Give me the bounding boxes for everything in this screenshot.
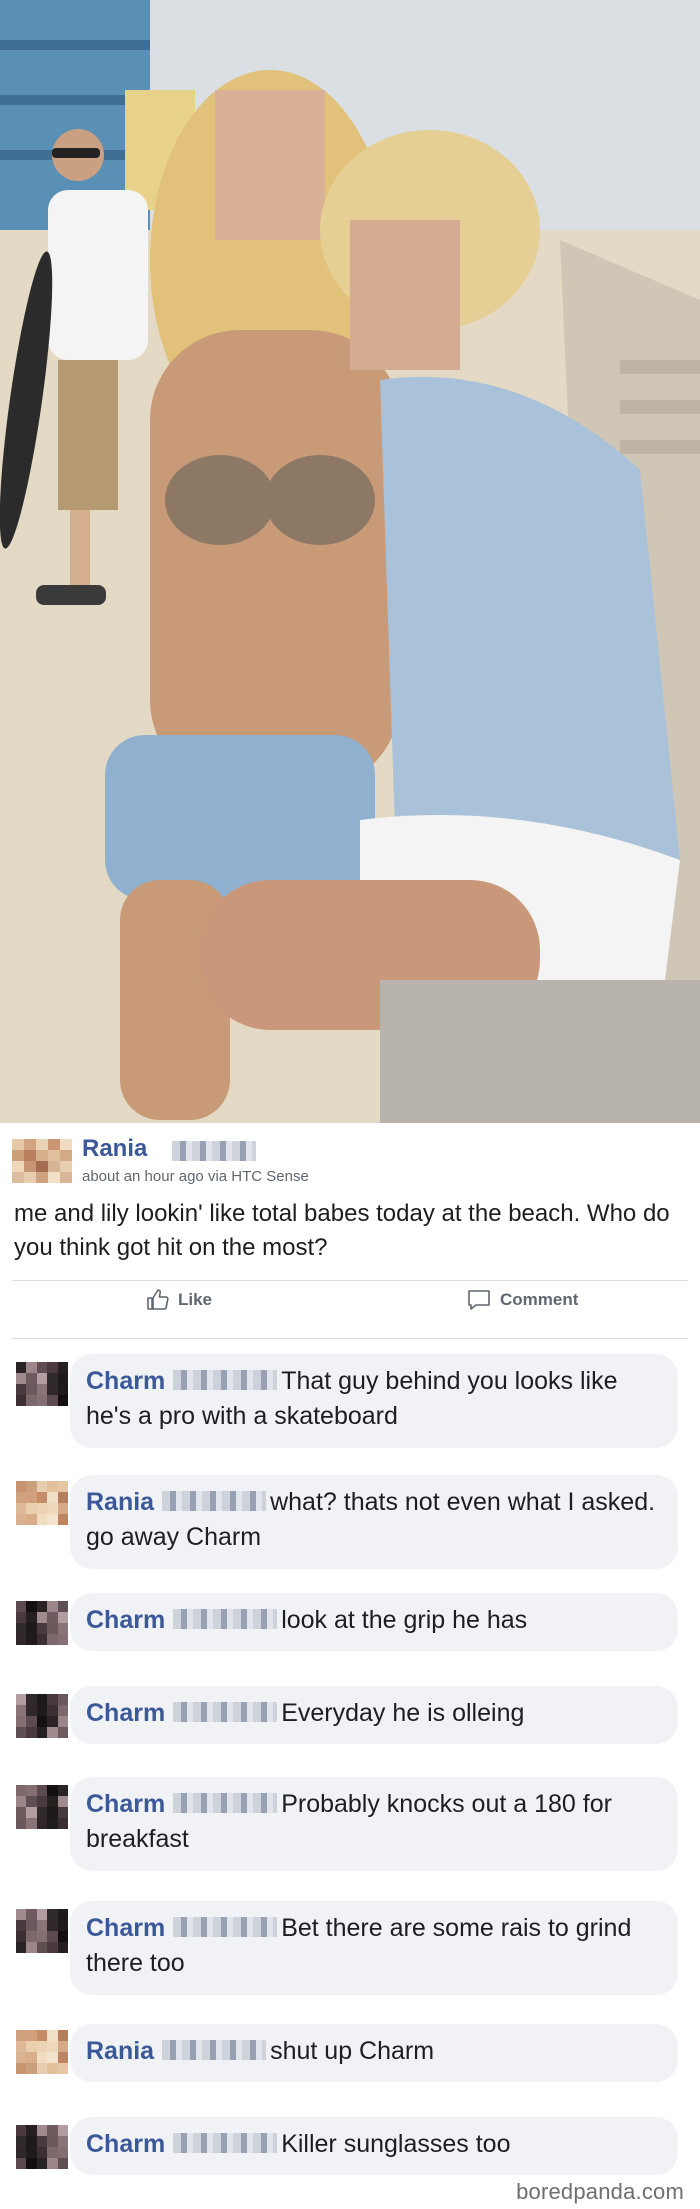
- comment-bubble: Charm Killer sunglasses too: [70, 2117, 678, 2175]
- commenter-surname-redacted: [173, 1702, 278, 1723]
- commenter-surname-redacted: [173, 1609, 278, 1630]
- comment-bubble: Charm That guy behind you looks like he's…: [70, 1354, 678, 1448]
- comment-text: Bet there are some rais to grind there t…: [86, 1914, 632, 1977]
- comment-bubble: Charm Probably knocks out a 180 for break…: [70, 1777, 678, 1871]
- comment-button[interactable]: Comment: [466, 1285, 578, 1315]
- poster-surname-redacted: [172, 1141, 256, 1161]
- watermark: boredpanda.com: [516, 2179, 684, 2204]
- commenter-name[interactable]: Charm: [86, 2130, 165, 2158]
- commenter-surname-redacted: [162, 1491, 267, 1512]
- comment-icon: [468, 1290, 490, 1310]
- comment-bubble: Charm Everyday he is olleing: [70, 1686, 678, 1744]
- commenter-name[interactable]: Rania: [86, 1488, 154, 1516]
- comment-label: Comment: [500, 1290, 579, 1309]
- facebook-post: Rania about an hour ago via HTC Sense me…: [0, 1123, 700, 2209]
- commenter-name[interactable]: Rania: [86, 2037, 154, 2065]
- commenter-surname-redacted: [173, 1370, 278, 1391]
- divider: [12, 1280, 688, 1281]
- post-timestamp[interactable]: about an hour ago via HTC Sense: [82, 1168, 309, 1185]
- comment-bubble: Rania what? thats not even what I asked. …: [70, 1475, 678, 1569]
- divider: [12, 1338, 688, 1339]
- commenter-avatar[interactable]: [16, 1694, 68, 1738]
- commenter-avatar[interactable]: [16, 1362, 68, 1406]
- commenter-avatar[interactable]: [16, 2030, 68, 2074]
- commenter-avatar[interactable]: [16, 1481, 68, 1525]
- comment-text: That guy behind you looks like he's a pr…: [86, 1367, 618, 1430]
- comment-bubble: Charm Bet there are some rais to grind th…: [70, 1901, 678, 1995]
- poster-avatar[interactable]: [12, 1139, 72, 1183]
- comment-text: Everyday he is olleing: [281, 1699, 525, 1727]
- post-photo[interactable]: [0, 0, 700, 1123]
- comment-bubble: Charm look at the grip he has: [70, 1593, 678, 1651]
- commenter-avatar[interactable]: [16, 2125, 68, 2169]
- like-label: Like: [178, 1290, 213, 1309]
- poster-name[interactable]: Rania: [82, 1135, 147, 1163]
- comment-text: look at the grip he has: [281, 1606, 528, 1634]
- thumbs-up-icon: [147, 1289, 169, 1310]
- beach-photo-icon: [0, 0, 700, 1123]
- comment-text: shut up Charm: [270, 2037, 435, 2065]
- commenter-surname-redacted: [173, 2133, 278, 2154]
- commenter-surname-redacted: [162, 2040, 267, 2061]
- commenter-avatar[interactable]: [16, 1601, 68, 1645]
- commenter-surname-redacted: [173, 1917, 278, 1938]
- commenter-surname-redacted: [173, 1793, 278, 1814]
- post-text: me and lily lookin' like total babes tod…: [14, 1200, 670, 1261]
- commenter-avatar[interactable]: [16, 1909, 68, 1953]
- comment-bubble: Rania shut up Charm: [70, 2024, 678, 2082]
- commenter-avatar[interactable]: [16, 1785, 68, 1829]
- commenter-name[interactable]: Charm: [86, 1790, 165, 1818]
- commenter-name[interactable]: Charm: [86, 1914, 165, 1942]
- comment-text: Killer sunglasses too: [281, 2130, 511, 2158]
- commenter-name[interactable]: Charm: [86, 1367, 165, 1395]
- commenter-name[interactable]: Charm: [86, 1699, 165, 1727]
- commenter-name[interactable]: Charm: [86, 1606, 165, 1634]
- like-button[interactable]: Like: [146, 1285, 212, 1315]
